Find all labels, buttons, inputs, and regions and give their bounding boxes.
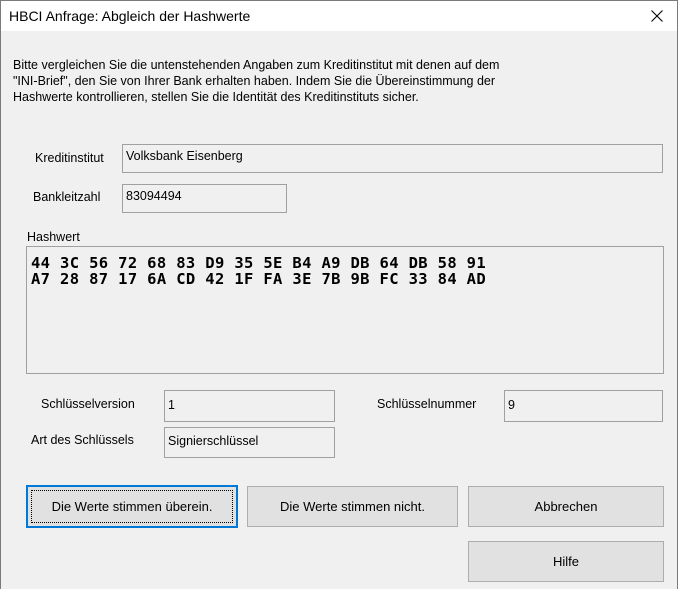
- cancel-label: Abbrechen: [534, 499, 598, 514]
- close-icon: [651, 10, 663, 22]
- close-button[interactable]: [637, 1, 677, 31]
- kreditinstitut-field: Volksbank Eisenberg: [122, 144, 663, 173]
- bankleitzahl-field: 83094494: [122, 184, 287, 213]
- hashwert-label: Hashwert: [27, 230, 80, 244]
- window-title: HBCI Anfrage: Abgleich der Hashwerte: [9, 8, 251, 24]
- schluesselnummer-label: Schlüsselnummer: [377, 397, 477, 411]
- focus-ring: [31, 490, 233, 523]
- dialog-window: HBCI Anfrage: Abgleich der Hashwerte Bit…: [0, 0, 678, 589]
- intro-text: Bitte vergleichen Sie die untenstehenden…: [13, 58, 500, 104]
- title-bar[interactable]: HBCI Anfrage: Abgleich der Hashwerte: [1, 1, 677, 31]
- schluesselversion-field: 1: [164, 390, 335, 422]
- schluesselart-field: Signierschlüssel: [164, 427, 335, 458]
- schluesselnummer-field: 9: [504, 390, 663, 422]
- schluesselart-label: Art des Schlüssels: [31, 433, 134, 447]
- kreditinstitut-label: Kreditinstitut: [35, 151, 104, 165]
- bankleitzahl-label: Bankleitzahl: [33, 190, 101, 204]
- hashwert-box: 44 3C 56 72 68 83 D9 35 5E B4 A9 DB 64 D…: [26, 246, 664, 374]
- help-label: Hilfe: [552, 554, 579, 569]
- hash-line-2: A7 28 87 17 6A CD 42 1F FA 3E 7B 9B FC 3…: [31, 270, 487, 288]
- help-button[interactable]: Hilfe: [468, 541, 664, 582]
- cancel-button[interactable]: Abbrechen: [468, 486, 664, 527]
- schluesselversion-label: Schlüsselversion: [41, 397, 135, 411]
- values-mismatch-button[interactable]: Die Werte stimmen nicht.: [247, 486, 458, 527]
- values-match-button[interactable]: Die Werte stimmen überein.: [26, 485, 238, 528]
- values-mismatch-label: Die Werte stimmen nicht.: [280, 499, 425, 514]
- hash-line-1: 44 3C 56 72 68 83 D9 35 5E B4 A9 DB 64 D…: [31, 254, 487, 272]
